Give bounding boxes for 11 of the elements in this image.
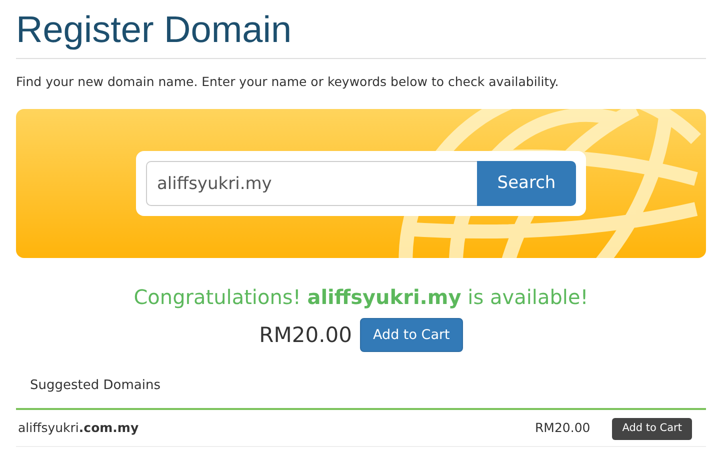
page-description: Find your new domain name. Enter your name or keywords below to check availability. [16, 73, 560, 92]
suggested-domain: aliffsyukri.com.my [18, 419, 140, 438]
search-button[interactable]: Search [477, 161, 576, 206]
domain-price: RM20.00 [259, 322, 352, 349]
suggested-price: RM20.00 [534, 419, 590, 438]
add-to-cart-button[interactable]: Add to Cart [612, 418, 692, 440]
add-to-cart-button[interactable]: Add to Cart [360, 318, 463, 352]
page-title: Register Domain [16, 8, 293, 52]
domain-input-field[interactable]: aliffsyukri.my [146, 161, 477, 206]
availability-message: Congratulations! aliffsyukri.my is available! [132, 284, 590, 312]
suggested-domains-heading: Suggested Domains [16, 376, 706, 410]
